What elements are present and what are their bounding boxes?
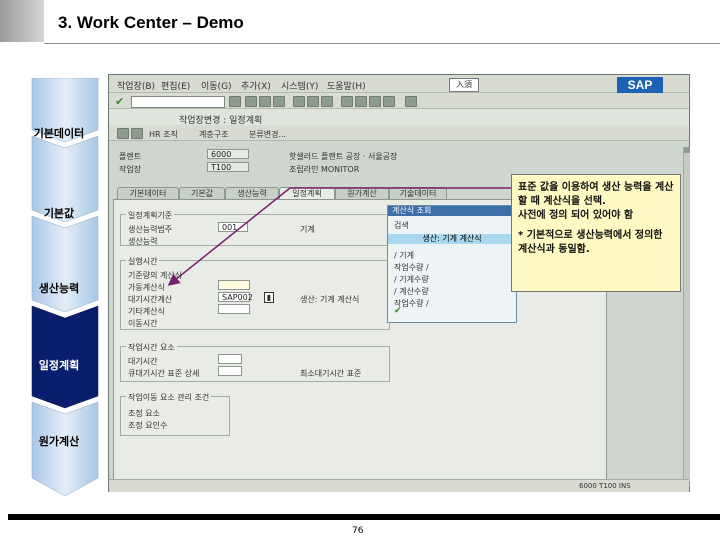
footer-bar <box>8 514 720 520</box>
annotation-overlay <box>167 187 511 286</box>
page-number: 76 <box>352 526 364 536</box>
callout-pointer-arrow <box>167 187 291 286</box>
